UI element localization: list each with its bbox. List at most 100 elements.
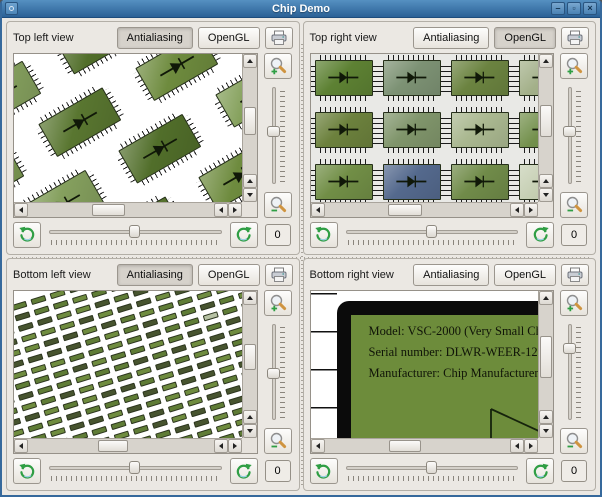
scroll-up-button[interactable] <box>539 290 553 305</box>
zoom-slider[interactable] <box>264 320 292 425</box>
horizontal-scroll-thumb[interactable] <box>91 203 126 216</box>
rotate-slider-handle[interactable] <box>129 224 141 238</box>
print-button[interactable] <box>264 263 293 286</box>
zoom-slider-handle[interactable] <box>266 126 280 138</box>
scroll-up-button-2[interactable] <box>242 410 257 424</box>
print-button[interactable] <box>561 27 589 49</box>
horizontal-scroll-track[interactable] <box>28 202 214 217</box>
horizontal-scroll-track[interactable] <box>324 439 510 453</box>
vertical-scroll-track[interactable] <box>539 304 553 410</box>
close-button[interactable]: × <box>583 2 597 15</box>
rotate-right-button[interactable] <box>229 221 258 248</box>
print-button[interactable] <box>561 263 589 286</box>
scroll-left-button-2[interactable] <box>213 202 228 217</box>
titlebar[interactable]: Chip Demo – ▫ × <box>2 0 600 18</box>
scroll-right-button[interactable] <box>524 202 538 217</box>
vertical-scroll-track[interactable] <box>539 68 553 174</box>
rotate-slider[interactable] <box>343 458 522 484</box>
scroll-down-button[interactable] <box>242 424 257 438</box>
minimize-button[interactable]: – <box>551 2 565 15</box>
scroll-left-button[interactable] <box>14 202 28 217</box>
antialiasing-button[interactable]: Antialiasing <box>413 27 490 49</box>
zoom-slider[interactable] <box>560 320 588 425</box>
vertical-scroll-track[interactable] <box>242 68 257 174</box>
zoom-in-button[interactable] <box>263 53 292 79</box>
graphics-view[interactable] <box>13 53 258 218</box>
zoom-out-button[interactable] <box>560 428 588 454</box>
vertical-scroll-track[interactable] <box>242 304 257 410</box>
vertical-scrollbar[interactable] <box>538 54 553 202</box>
vertical-scroll-thumb[interactable] <box>540 104 552 137</box>
horizontal-scroll-track[interactable] <box>324 202 510 217</box>
zoom-out-button[interactable] <box>263 191 292 218</box>
zoom-slider-handle[interactable] <box>563 342 576 354</box>
zoom-slider-handle[interactable] <box>266 367 280 379</box>
horizontal-scrollbar[interactable] <box>310 201 538 217</box>
vertical-scrollbar[interactable] <box>241 290 257 438</box>
print-button[interactable] <box>264 27 293 49</box>
rotate-right-button[interactable] <box>526 221 554 248</box>
maximize-button[interactable]: ▫ <box>567 2 581 15</box>
scroll-up-button[interactable] <box>539 54 553 68</box>
graphics-view[interactable]: Model: VSC-2000 (Very Small Chip) at 9Se… <box>309 289 554 454</box>
vertical-scroll-thumb[interactable] <box>243 344 256 371</box>
rotate-left-button[interactable] <box>13 221 41 248</box>
scroll-up-button-2[interactable] <box>539 173 553 188</box>
scroll-down-button[interactable] <box>539 187 553 202</box>
zoom-in-button[interactable] <box>560 53 588 79</box>
zoom-out-button[interactable] <box>263 428 292 454</box>
opengl-button[interactable]: OpenGL <box>197 263 260 286</box>
scroll-up-button-2[interactable] <box>242 173 257 188</box>
antialiasing-button[interactable]: Antialiasing <box>116 27 193 49</box>
horizontal-scroll-track[interactable] <box>28 439 214 453</box>
rotate-slider[interactable] <box>46 222 225 248</box>
graphics-view[interactable] <box>309 53 554 218</box>
vertical-scroll-thumb[interactable] <box>540 336 552 379</box>
horizontal-scroll-thumb[interactable] <box>389 440 421 452</box>
zoom-slider[interactable] <box>560 83 588 188</box>
horizontal-scroll-thumb[interactable] <box>388 203 422 216</box>
horizontal-scrollbar[interactable] <box>14 438 242 453</box>
horizontal-scroll-thumb[interactable] <box>98 440 128 452</box>
rotate-left-button[interactable] <box>13 458 41 484</box>
rotate-slider-handle[interactable] <box>129 461 141 474</box>
vertical-scrollbar[interactable] <box>241 54 257 202</box>
scroll-left-button-2[interactable] <box>510 439 524 453</box>
scroll-up-button[interactable] <box>242 290 257 305</box>
antialiasing-button[interactable]: Antialiasing <box>116 263 193 286</box>
scroll-right-button[interactable] <box>227 202 242 217</box>
zoom-slider[interactable] <box>264 83 292 188</box>
opengl-button[interactable]: OpenGL <box>494 27 556 49</box>
zoom-slider-handle[interactable] <box>563 126 576 138</box>
rotate-right-button[interactable] <box>526 458 554 484</box>
rotate-slider-handle[interactable] <box>425 461 437 474</box>
scroll-left-button[interactable] <box>310 439 325 453</box>
graphics-view[interactable] <box>13 289 258 454</box>
horizontal-scrollbar[interactable] <box>310 438 538 453</box>
scroll-right-button[interactable] <box>524 439 538 453</box>
scroll-up-button-2[interactable] <box>539 410 553 424</box>
vertical-scroll-thumb[interactable] <box>243 106 256 135</box>
scroll-left-button[interactable] <box>310 202 325 217</box>
scroll-left-button-2[interactable] <box>510 202 524 217</box>
rotate-slider-handle[interactable] <box>425 224 437 238</box>
opengl-button[interactable]: OpenGL <box>197 27 260 49</box>
scroll-left-button[interactable] <box>14 439 28 453</box>
vertical-scrollbar[interactable] <box>538 290 553 438</box>
zoom-in-button[interactable] <box>263 289 292 316</box>
opengl-button[interactable]: OpenGL <box>494 263 556 286</box>
rotate-slider[interactable] <box>343 222 522 248</box>
scroll-down-button[interactable] <box>242 187 257 202</box>
scroll-down-button[interactable] <box>539 424 553 438</box>
rotate-left-button[interactable] <box>309 221 338 248</box>
zoom-in-button[interactable] <box>560 289 588 316</box>
window-menu-icon[interactable] <box>5 2 18 15</box>
rotate-left-button[interactable] <box>309 458 338 484</box>
scroll-left-button-2[interactable] <box>213 439 228 453</box>
horizontal-scrollbar[interactable] <box>14 201 242 217</box>
scroll-up-button[interactable] <box>242 54 257 68</box>
rotate-slider[interactable] <box>46 458 225 484</box>
antialiasing-button[interactable]: Antialiasing <box>413 263 490 286</box>
rotate-right-button[interactable] <box>229 458 258 484</box>
zoom-out-button[interactable] <box>560 191 588 218</box>
